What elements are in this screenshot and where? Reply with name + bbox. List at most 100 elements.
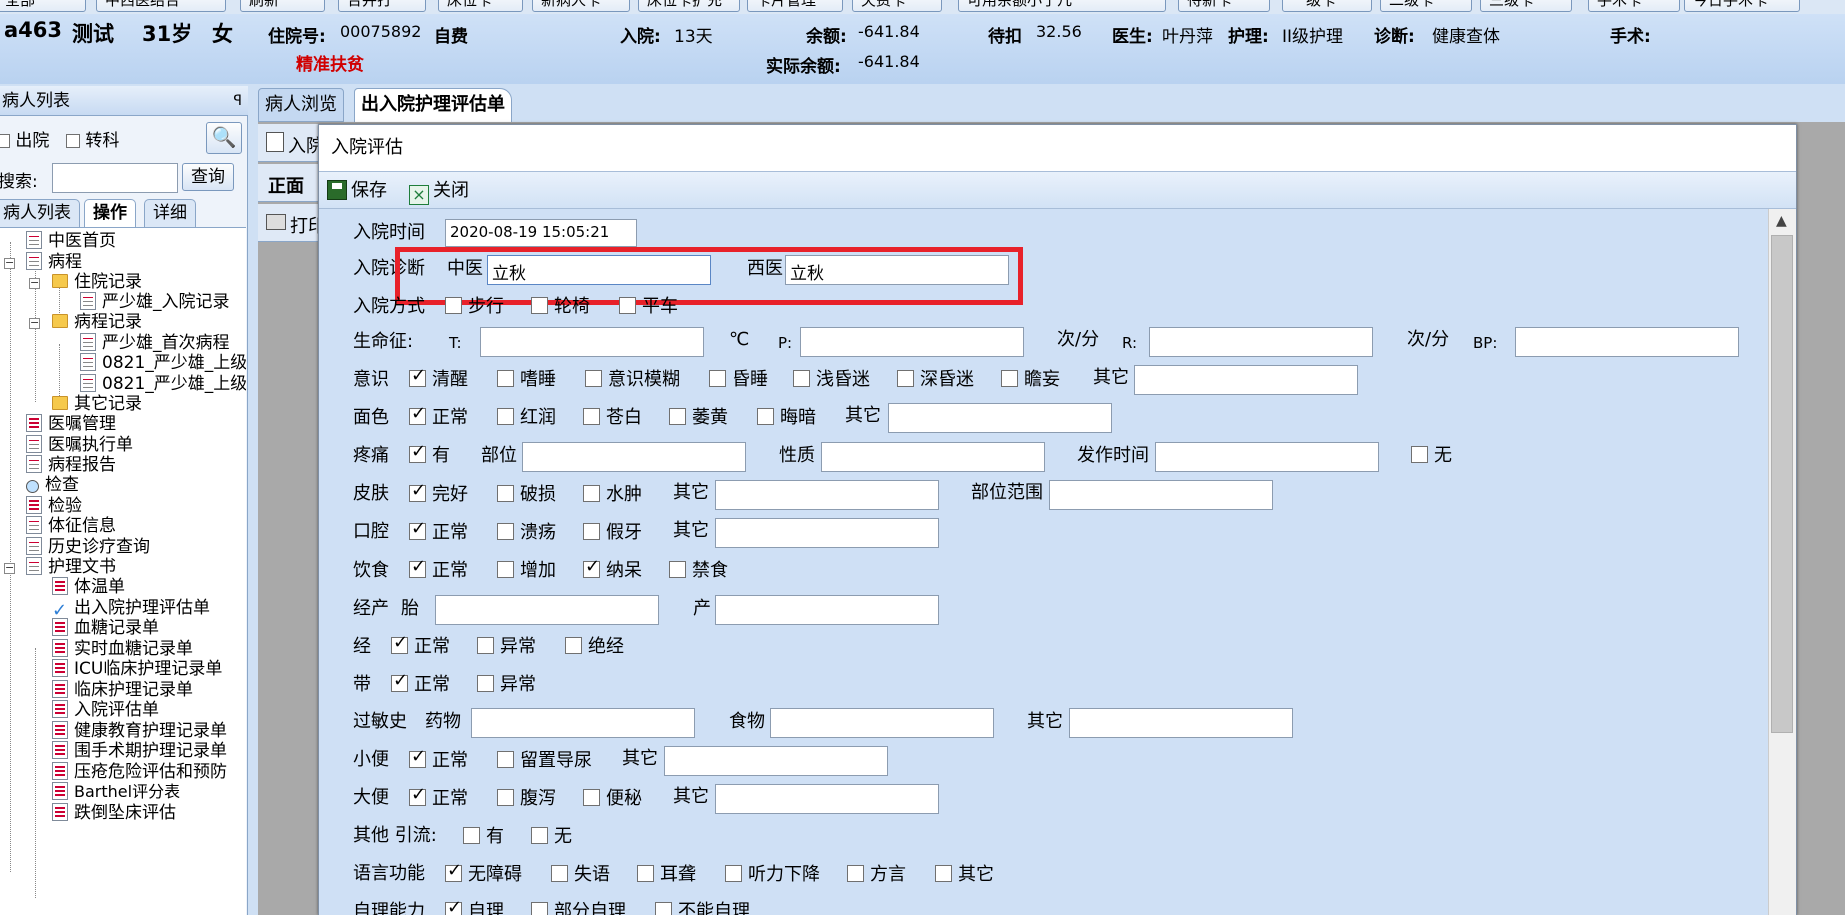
- temperature-input[interactable]: [480, 327, 704, 357]
- diet-fasting-checkbox[interactable]: 禁食: [669, 560, 728, 582]
- transfer-checkbox[interactable]: 转科: [66, 126, 119, 151]
- skin-other-input[interactable]: [715, 480, 939, 510]
- search-input[interactable]: [52, 163, 178, 193]
- drainage-yes-checkbox[interactable]: 有: [463, 826, 504, 848]
- top-button[interactable]: 新病人卡: [532, 0, 630, 12]
- category-select[interactable]: 中西医结合: [96, 0, 226, 12]
- search-icon[interactable]: 🔍: [206, 122, 242, 154]
- pain-no-checkbox[interactable]: 无: [1411, 445, 1452, 467]
- admit-time-input[interactable]: 2020-08-19 15:05:21: [445, 219, 637, 247]
- skin-intact-checkbox[interactable]: 完好: [409, 480, 468, 506]
- pin-icon[interactable]: ꟼ: [234, 86, 242, 116]
- diet-increase-checkbox[interactable]: 增加: [497, 560, 556, 582]
- collapse-icon[interactable]: −: [4, 562, 15, 574]
- top-button[interactable]: 今日手术卡: [1684, 0, 1800, 12]
- para-input[interactable]: [715, 595, 939, 625]
- scroll-thumb[interactable]: [1771, 235, 1793, 733]
- menses-menopause-checkbox[interactable]: 绝经: [565, 636, 624, 658]
- top-button[interactable]: 床位卡: [438, 0, 523, 12]
- language-normal-checkbox[interactable]: 无障碍: [445, 860, 522, 886]
- form-scrollbar[interactable]: ▲: [1768, 209, 1796, 915]
- allergy-other-input[interactable]: [1069, 708, 1293, 738]
- face-sallow-checkbox[interactable]: 萎黄: [669, 407, 728, 429]
- language-other-checkbox[interactable]: 其它: [935, 864, 994, 886]
- allergy-food-input[interactable]: [770, 708, 994, 738]
- language-dialect-checkbox[interactable]: 方言: [847, 864, 906, 886]
- top-button[interactable]: 可用余额小于几: [958, 0, 1166, 12]
- conscious-confused-checkbox[interactable]: 意识模糊: [585, 369, 680, 391]
- conscious-drowsy-checkbox[interactable]: 嗜睡: [497, 369, 556, 391]
- scroll-up-icon[interactable]: ▲: [1776, 213, 1787, 229]
- mode-walk-checkbox[interactable]: 步行: [445, 296, 504, 318]
- face-ruddy-checkbox[interactable]: 红润: [497, 407, 556, 429]
- stool-constipation-checkbox[interactable]: 便秘: [583, 788, 642, 810]
- respiration-input[interactable]: [1149, 327, 1373, 357]
- selfcare-independent-checkbox[interactable]: 自理: [445, 897, 504, 915]
- bp-input[interactable]: [1515, 327, 1739, 357]
- checkbox-icon[interactable]: [0, 134, 10, 148]
- mode-stretcher-checkbox[interactable]: 平车: [619, 296, 678, 318]
- query-button[interactable]: 查询: [182, 163, 234, 191]
- menses-normal-checkbox[interactable]: 正常: [391, 632, 450, 658]
- tab-operations[interactable]: 操作: [84, 199, 136, 227]
- stool-normal-checkbox[interactable]: 正常: [409, 784, 468, 810]
- gravida-input[interactable]: [435, 595, 659, 625]
- leukorrhea-abnormal-checkbox[interactable]: 异常: [477, 674, 536, 696]
- conscious-stupor-checkbox[interactable]: 昏睡: [709, 369, 768, 391]
- drainage-no-checkbox[interactable]: 无: [531, 826, 572, 848]
- collapse-icon[interactable]: −: [4, 257, 15, 269]
- face-pale-checkbox[interactable]: 苍白: [583, 407, 642, 429]
- language-hearing-loss-checkbox[interactable]: 听力下降: [725, 864, 820, 886]
- urine-catheter-checkbox[interactable]: 留置导尿: [497, 750, 592, 772]
- stool-diarrhea-checkbox[interactable]: 腹泻: [497, 788, 556, 810]
- pain-site-input[interactable]: [522, 442, 746, 472]
- mouth-other-input[interactable]: [715, 518, 939, 548]
- dept-select[interactable]: 全部: [0, 0, 86, 12]
- stool-other-input[interactable]: [715, 784, 939, 814]
- menses-abnormal-checkbox[interactable]: 异常: [477, 636, 536, 658]
- mouth-ulcer-checkbox[interactable]: 溃疡: [497, 522, 556, 544]
- top-button[interactable]: 手术卡: [1588, 0, 1680, 12]
- tab-patient-browse[interactable]: 病人浏览: [258, 88, 344, 122]
- conscious-delirium-checkbox[interactable]: 瞻妄: [1001, 369, 1060, 391]
- top-button[interactable]: 三级卡: [1480, 0, 1572, 12]
- face-normal-checkbox[interactable]: 正常: [409, 403, 468, 429]
- pain-onset-input[interactable]: [1155, 442, 1379, 472]
- leukorrhea-normal-checkbox[interactable]: 正常: [391, 670, 450, 696]
- top-button[interactable]: 合并打: [338, 0, 426, 12]
- selfcare-partial-checkbox[interactable]: 部分自理: [531, 901, 626, 915]
- top-button[interactable]: 待新卡: [1178, 0, 1270, 12]
- collapse-icon[interactable]: −: [29, 277, 40, 289]
- conscious-light-coma-checkbox[interactable]: 浅昏迷: [793, 369, 870, 391]
- save-button[interactable]: 保存: [327, 178, 387, 204]
- skin-range-input[interactable]: [1049, 480, 1273, 510]
- top-button[interactable]: 卡片管理: [747, 0, 843, 12]
- mouth-denture-checkbox[interactable]: 假牙: [583, 522, 642, 544]
- urine-normal-checkbox[interactable]: 正常: [409, 746, 468, 772]
- top-button[interactable]: 欠费卡: [852, 0, 942, 12]
- language-aphasia-checkbox[interactable]: 失语: [551, 864, 610, 886]
- language-deaf-checkbox[interactable]: 耳聋: [637, 864, 696, 886]
- face-other-input[interactable]: [888, 403, 1112, 433]
- conscious-deep-coma-checkbox[interactable]: 深昏迷: [897, 369, 974, 391]
- pain-yes-checkbox[interactable]: 有: [409, 441, 450, 467]
- skin-broken-checkbox[interactable]: 破损: [497, 484, 556, 506]
- urine-other-input[interactable]: [664, 746, 888, 776]
- close-button[interactable]: × 关闭: [409, 178, 469, 205]
- collapse-icon[interactable]: −: [29, 317, 40, 329]
- allergy-drug-input[interactable]: [471, 708, 695, 738]
- tab-patient-list[interactable]: 病人列表: [0, 199, 80, 227]
- conscious-other-input[interactable]: [1134, 365, 1358, 395]
- tab-admission-assessment[interactable]: 出入院护理评估单: [354, 88, 512, 122]
- top-button[interactable]: 床位卡扩充: [638, 0, 740, 12]
- discharged-checkbox[interactable]: 出院: [0, 126, 49, 151]
- pulse-input[interactable]: [800, 327, 1024, 357]
- checkbox-icon[interactable]: [66, 134, 80, 148]
- face-dark-checkbox[interactable]: 晦暗: [757, 407, 816, 429]
- mouth-normal-checkbox[interactable]: 正常: [409, 518, 468, 544]
- diet-poor-appetite-checkbox[interactable]: 纳呆: [583, 556, 642, 582]
- diet-normal-checkbox[interactable]: 正常: [409, 556, 468, 582]
- skin-edema-checkbox[interactable]: 水肿: [583, 484, 642, 506]
- conscious-alert-checkbox[interactable]: 清醒: [409, 365, 468, 391]
- mode-wheelchair-checkbox[interactable]: 轮椅: [531, 296, 590, 318]
